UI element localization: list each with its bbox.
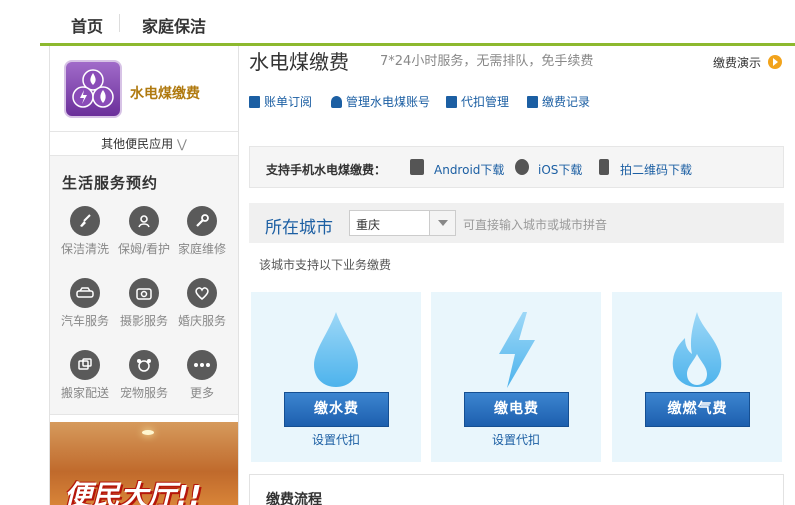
- flow-title: 缴费流程: [266, 492, 322, 505]
- promo-banner[interactable]: 便民大厅!!: [50, 422, 238, 505]
- link-autopay[interactable]: 代扣管理: [446, 93, 509, 110]
- service-label: 宠物服务: [119, 386, 168, 400]
- water-drop-icon: [314, 312, 358, 387]
- link-bill-subscribe[interactable]: 账单订阅: [249, 93, 312, 110]
- utility-app-icon: [64, 60, 122, 118]
- camera-icon: [129, 278, 159, 308]
- car-icon: [70, 278, 100, 308]
- link-manage-accounts[interactable]: 管理水电煤账号: [331, 93, 430, 110]
- top-nav: 首页 家庭保洁: [0, 0, 795, 46]
- pay-gas-button[interactable]: 缴燃气费: [645, 392, 750, 427]
- lightning-icon: [499, 312, 535, 388]
- service-moving[interactable]: 搬家配送: [56, 350, 114, 401]
- mobile-download-bar: 支持手机水电煤缴费： Android下载 iOS下载 拍二维码下载: [249, 146, 784, 188]
- support-text: 该城市支持以下业务缴费: [259, 258, 392, 272]
- chevron-down-icon: ⋁: [177, 137, 187, 151]
- nav-home-cleaning[interactable]: 家庭保洁: [142, 13, 206, 37]
- other-apps-toggle[interactable]: 其他便民应用 ⋁: [50, 132, 238, 156]
- link-label: 缴费记录: [542, 95, 591, 109]
- sidebar: 水电煤缴费 其他便民应用 ⋁ 生活服务预约 保洁清洗 保姆/看护 家庭维修 汽车…: [49, 46, 239, 505]
- flame-icon: [672, 312, 722, 387]
- moving-icon: [70, 350, 100, 380]
- service-car[interactable]: 汽车服务: [56, 278, 114, 329]
- page-title: 水电煤缴费: [249, 50, 349, 74]
- city-select[interactable]: 重庆: [349, 210, 456, 236]
- water-card: 缴水费 设置代扣: [251, 292, 421, 462]
- service-photo[interactable]: 摄影服务: [115, 278, 173, 329]
- android-icon: [410, 159, 424, 175]
- service-label: 汽车服务: [60, 314, 109, 328]
- service-label: 婚庆服务: [177, 314, 226, 328]
- gas-card: 缴燃气费: [612, 292, 782, 462]
- service-label: 保洁清洗: [60, 242, 109, 256]
- service-label: 家庭维修: [177, 242, 226, 256]
- service-label: 搬家配送: [60, 386, 109, 400]
- other-apps-label: 其他便民应用: [101, 137, 174, 151]
- service-label: 保姆/看护: [117, 242, 171, 256]
- apple-icon: [515, 159, 529, 175]
- bill-icon: [249, 96, 260, 108]
- city-selector-bar: 所在城市 重庆 可直接输入城市或城市拼音: [249, 203, 784, 243]
- autopay-icon: [446, 96, 457, 108]
- phone-icon: [599, 159, 609, 175]
- service-label: 更多: [189, 386, 214, 400]
- banner-text: 便民大厅!!: [64, 479, 202, 505]
- service-nanny[interactable]: 保姆/看护: [115, 206, 173, 257]
- page-subtitle: 7*24小时服务，无需排队，免手续费: [380, 54, 594, 69]
- android-download-link[interactable]: Android下载: [434, 161, 504, 178]
- sidebar-divider: [50, 414, 238, 422]
- link-label: 管理水电煤账号: [346, 95, 431, 109]
- broom-icon: [70, 206, 100, 236]
- app-name: 水电煤缴费: [130, 86, 200, 102]
- service-label: 摄影服务: [119, 314, 168, 328]
- service-wedding[interactable]: 婚庆服务: [173, 278, 231, 329]
- service-more[interactable]: 更多: [173, 350, 231, 401]
- city-hint: 可直接输入城市或城市拼音: [463, 218, 608, 232]
- qr-download-link[interactable]: 拍二维码下载: [620, 161, 692, 178]
- city-value: 重庆: [356, 218, 381, 232]
- heart-icon: [187, 278, 217, 308]
- electricity-card: 缴电费 设置代扣: [431, 292, 601, 462]
- app-header: 水电煤缴费: [50, 46, 238, 132]
- link-label: 代扣管理: [461, 95, 510, 109]
- city-label: 所在城市: [265, 218, 333, 238]
- service-section-title: 生活服务预约: [62, 174, 159, 192]
- user-icon: [331, 96, 342, 108]
- more-icon: [187, 350, 217, 380]
- electricity-autopay-link[interactable]: 设置代扣: [431, 431, 601, 448]
- nanny-icon: [129, 206, 159, 236]
- mobile-label: 支持手机水电煤缴费：: [266, 163, 387, 177]
- dropdown-arrow-icon[interactable]: [429, 211, 455, 235]
- water-autopay-link[interactable]: 设置代扣: [251, 431, 421, 448]
- link-label: 账单订阅: [264, 95, 313, 109]
- lamp-icon: [142, 430, 154, 435]
- wrench-icon: [187, 206, 217, 236]
- pay-water-button[interactable]: 缴水费: [284, 392, 389, 427]
- demo-link[interactable]: 缴费演示: [713, 54, 761, 71]
- pet-icon: [129, 350, 159, 380]
- pay-electricity-button[interactable]: 缴电费: [464, 392, 569, 427]
- payment-flow-section: 缴费流程: [249, 474, 784, 505]
- link-payment-history[interactable]: 缴费记录: [527, 93, 590, 110]
- nav-divider: [119, 14, 120, 32]
- record-icon: [527, 96, 538, 108]
- play-icon[interactable]: [768, 55, 782, 69]
- service-cleaning[interactable]: 保洁清洗: [56, 206, 114, 257]
- nav-home[interactable]: 首页: [71, 13, 103, 37]
- ios-download-link[interactable]: iOS下载: [538, 161, 582, 178]
- service-pet[interactable]: 宠物服务: [115, 350, 173, 401]
- service-repair[interactable]: 家庭维修: [173, 206, 231, 257]
